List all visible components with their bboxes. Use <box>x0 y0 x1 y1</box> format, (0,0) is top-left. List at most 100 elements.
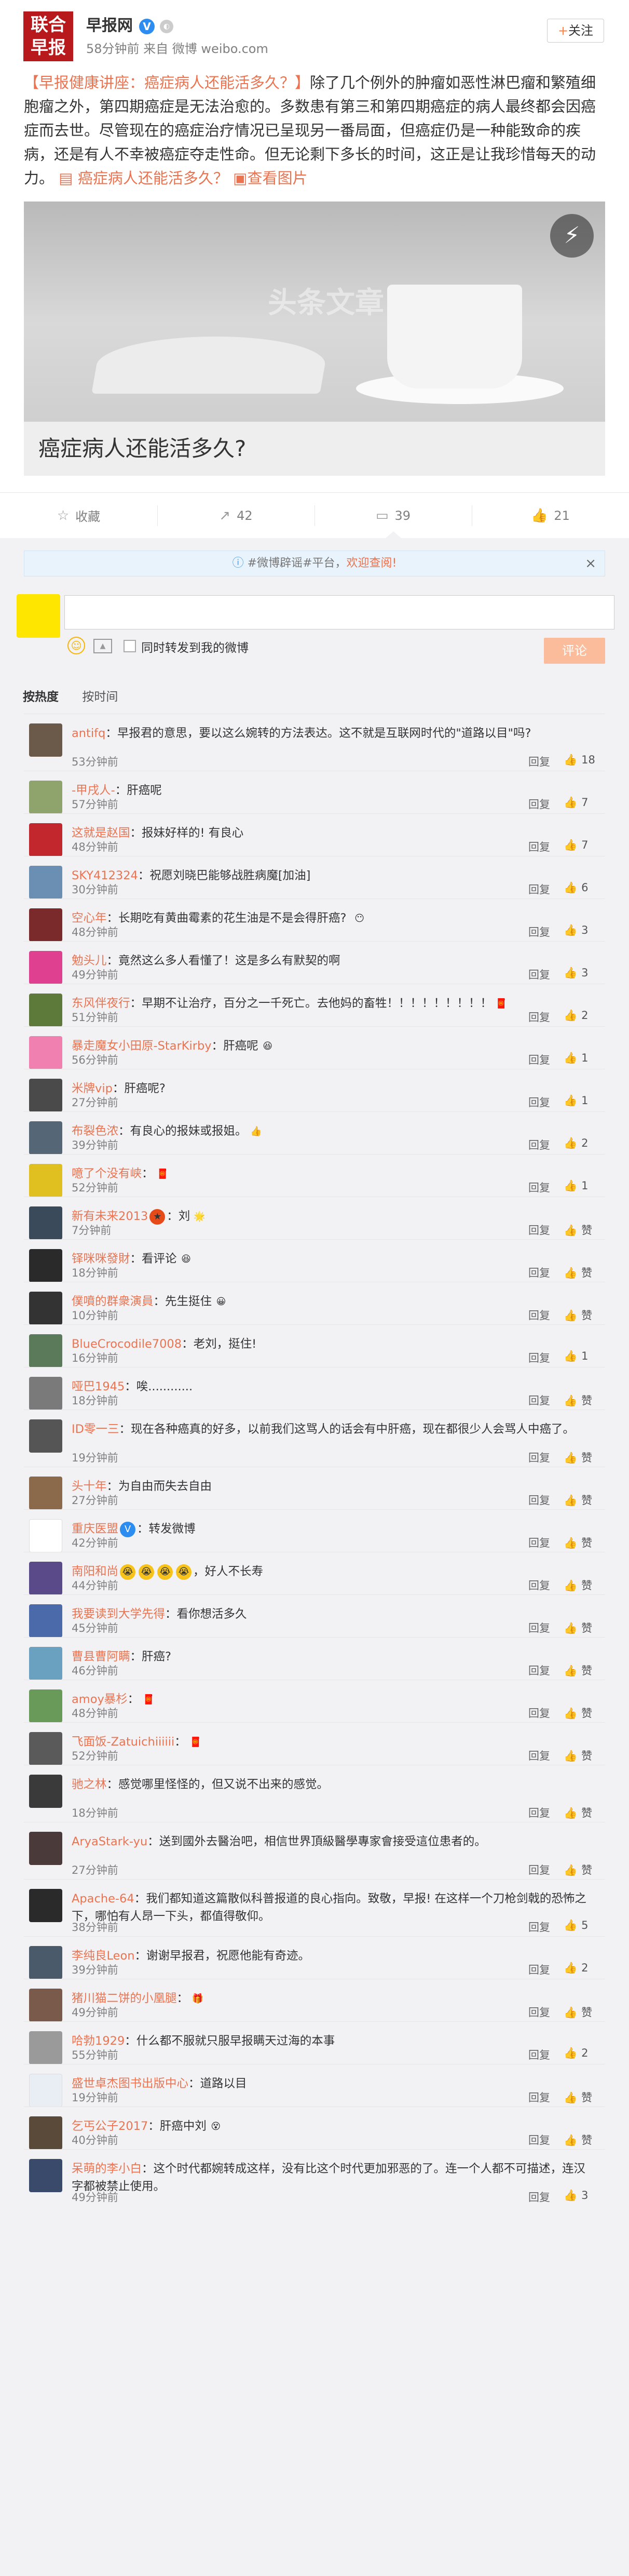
commenter-name[interactable]: 新有未来2013 <box>72 1210 148 1223</box>
comment-like-button[interactable]: 👍 赞 <box>564 2132 605 2148</box>
commenter-avatar[interactable] <box>29 1889 62 1922</box>
reply-button[interactable]: 回复 <box>528 1350 550 1365</box>
commenter-name[interactable]: ID零一三 <box>72 1423 119 1436</box>
reply-button[interactable]: 回复 <box>528 1705 550 1721</box>
comment-like-button[interactable]: 👍 3 <box>564 924 605 937</box>
commenter-avatar[interactable] <box>29 1477 62 1510</box>
reply-button[interactable]: 回复 <box>528 1179 550 1195</box>
repost-checkbox[interactable] <box>124 640 136 652</box>
comment-like-button[interactable]: 👍 赞 <box>564 1705 605 1721</box>
reply-button[interactable]: 回复 <box>528 839 550 854</box>
comment-like-button[interactable]: 👍 1 <box>564 1094 605 1107</box>
follow-button[interactable]: +关注 <box>547 19 604 43</box>
commenter-name[interactable]: 乞丐公子2017 <box>72 2119 148 2133</box>
comment-like-button[interactable]: 👍 赞 <box>564 1265 605 1280</box>
commenter-name[interactable]: 米牌vip <box>72 1082 113 1095</box>
emoji-icon[interactable]: ☺ <box>67 637 85 654</box>
notice-link[interactable]: 欢迎查阅! <box>347 557 397 570</box>
reply-button[interactable]: 回复 <box>528 2089 550 2105</box>
reply-button[interactable]: 回复 <box>528 1450 550 1465</box>
reply-button[interactable]: 回复 <box>528 754 550 769</box>
commenter-name[interactable]: SKY412324 <box>72 869 138 882</box>
commenter-name[interactable]: 这就是赵国 <box>72 826 130 840</box>
commenter-name[interactable]: 南阳和尚 <box>72 1565 118 1578</box>
reply-button[interactable]: 回复 <box>528 1962 550 1977</box>
submit-comment-button[interactable]: 评论 <box>544 638 605 664</box>
close-icon[interactable]: × <box>585 551 596 576</box>
commenter-avatar[interactable] <box>29 2159 62 2192</box>
sort-time-tab[interactable]: 按时间 <box>82 690 118 704</box>
comment-input[interactable] <box>64 595 614 629</box>
commenter-name[interactable]: 哈勃1929 <box>72 2034 125 2048</box>
commenter-avatar[interactable] <box>29 1036 62 1069</box>
reply-button[interactable]: 回复 <box>528 1862 550 1877</box>
reply-button[interactable]: 回复 <box>528 1094 550 1110</box>
commenter-name[interactable]: 驰之林 <box>72 1778 107 1791</box>
reply-button[interactable]: 回复 <box>528 967 550 982</box>
comment-like-button[interactable]: 👍 赞 <box>564 1492 605 1508</box>
commenter-name[interactable]: 盛世卓杰图书出版中心 <box>72 2077 188 2090</box>
comment-like-button[interactable]: 👍 2 <box>564 1009 605 1022</box>
comment-like-button[interactable]: 👍 7 <box>564 796 605 809</box>
comment-like-button[interactable]: 👍 3 <box>564 2189 605 2202</box>
comment-like-button[interactable]: 👍 赞 <box>564 2089 605 2105</box>
comment-like-button[interactable]: 👍 赞 <box>564 1805 605 1820</box>
commenter-avatar[interactable] <box>29 781 62 814</box>
commenter-name[interactable]: 布裂色浓 <box>72 1124 118 1138</box>
like-button[interactable]: 👍 21 <box>472 493 629 538</box>
commenter-avatar[interactable] <box>29 1377 62 1410</box>
reply-button[interactable]: 回复 <box>528 1137 550 1152</box>
commenter-avatar[interactable] <box>29 1647 62 1680</box>
commenter-avatar[interactable] <box>29 1775 62 1808</box>
post-topic-tag[interactable]: 【早报健康讲座：癌症病人还能活多久？】 <box>24 74 310 91</box>
commenter-avatar[interactable] <box>29 2116 62 2150</box>
commenter-name[interactable]: antifq <box>72 727 105 740</box>
comment-like-button[interactable]: 👍 赞 <box>564 1862 605 1877</box>
reply-button[interactable]: 回复 <box>528 1265 550 1280</box>
comment-like-button[interactable]: 👍 1 <box>564 1052 605 1065</box>
author-avatar[interactable]: 联合 早报 <box>23 11 73 61</box>
commenter-avatar[interactable] <box>29 1079 62 1112</box>
sort-hot-tab[interactable]: 按热度 <box>23 690 59 704</box>
commenter-name[interactable]: 猪川猫二饼的小凰腿 <box>72 1992 177 2005</box>
comment-like-button[interactable]: 👍 18 <box>564 754 605 767</box>
commenter-name[interactable]: 重庆医盟 <box>72 1522 118 1536</box>
commenter-name[interactable]: 空心年 <box>72 911 107 925</box>
commenter-avatar[interactable] <box>29 1292 62 1325</box>
reply-button[interactable]: 回复 <box>528 1535 550 1550</box>
comment-like-button[interactable]: 👍 6 <box>564 881 605 894</box>
commenter-avatar[interactable] <box>29 723 62 757</box>
commenter-avatar[interactable] <box>29 866 62 899</box>
comment-like-button[interactable]: 👍 2 <box>564 2047 605 2060</box>
commenter-name[interactable]: 僕噴的群衆演員 <box>72 1295 154 1308</box>
comment-like-button[interactable]: 👍 1 <box>564 1179 605 1192</box>
commenter-name[interactable]: 头十年 <box>72 1480 107 1493</box>
commenter-avatar[interactable] <box>29 1249 62 1282</box>
commenter-avatar[interactable] <box>29 1732 62 1765</box>
commenter-name[interactable]: 曹县曹阿瞒 <box>72 1650 130 1663</box>
commenter-name[interactable]: 勉头儿 <box>72 954 107 968</box>
commenter-avatar[interactable] <box>29 1164 62 1197</box>
view-image-link[interactable]: 查看图片 <box>248 169 308 187</box>
commenter-name[interactable]: -甲戌人- <box>72 784 115 797</box>
reply-button[interactable]: 回复 <box>528 1492 550 1508</box>
reply-button[interactable]: 回复 <box>528 2047 550 2062</box>
commenter-avatar[interactable] <box>29 1334 62 1367</box>
commenter-avatar[interactable] <box>29 951 62 984</box>
reply-button[interactable]: 回复 <box>528 2004 550 2020</box>
commenter-name[interactable]: 呆萌的李小白 <box>72 2162 142 2176</box>
comment-like-button[interactable]: 👍 7 <box>564 839 605 852</box>
reply-button[interactable]: 回复 <box>528 1662 550 1678</box>
commenter-avatar[interactable] <box>29 1562 62 1595</box>
comment-like-button[interactable]: 👍 赞 <box>564 1450 605 1465</box>
commenter-avatar[interactable] <box>29 823 62 856</box>
comment-like-button[interactable]: 👍 2 <box>564 1137 605 1150</box>
reply-button[interactable]: 回复 <box>528 1919 550 1935</box>
picture-icon[interactable]: ▲ <box>93 639 112 653</box>
commenter-avatar[interactable] <box>29 1604 62 1638</box>
commenter-name[interactable]: Apache-64 <box>72 1892 134 1906</box>
reply-button[interactable]: 回复 <box>528 1577 550 1593</box>
commenter-name[interactable]: AryaStark-yu <box>72 1835 147 1848</box>
commenter-avatar[interactable] <box>29 1832 62 1865</box>
article-card[interactable]: 头条文章 ⚡ 癌症病人还能活多久? <box>24 202 605 476</box>
